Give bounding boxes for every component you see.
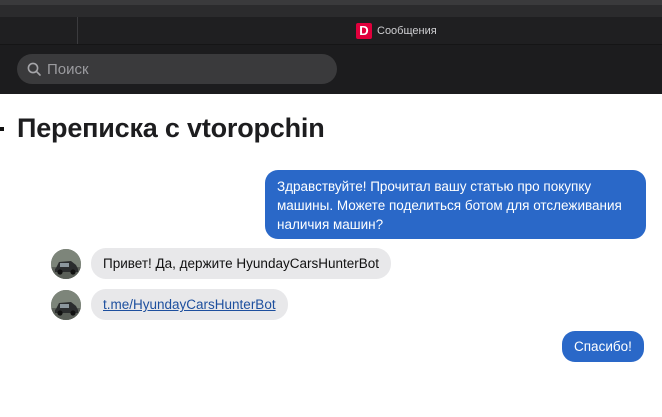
avatar[interactable] bbox=[51, 249, 81, 279]
app-tab[interactable]: D Сообщения bbox=[356, 23, 437, 39]
page-title: Переписка с vtoropchin bbox=[17, 113, 325, 143]
app-logo-icon: D bbox=[356, 23, 372, 39]
window-titlebar bbox=[0, 0, 662, 18]
search-toolbar bbox=[0, 45, 662, 94]
message-outgoing: Здравствуйте! Прочитал вашу статью про п… bbox=[265, 170, 646, 239]
search-input[interactable] bbox=[45, 59, 319, 79]
message-incoming: Привет! Да, держите HyundayCarsHunterBot bbox=[91, 248, 391, 279]
message-incoming-link: t.me/HyundayCarsHunterBot bbox=[91, 289, 288, 320]
titlebar-strip bbox=[0, 0, 662, 5]
avatar[interactable] bbox=[51, 290, 81, 320]
search-box[interactable] bbox=[17, 54, 337, 84]
tab-divider bbox=[77, 17, 78, 44]
car-avatar-icon bbox=[51, 249, 81, 279]
edge-marker bbox=[0, 127, 4, 131]
search-icon bbox=[27, 62, 41, 76]
bot-link[interactable]: t.me/HyundayCarsHunterBot bbox=[103, 297, 276, 312]
conversation-view: Переписка с vtoropchin Здравствуйте! Про… bbox=[0, 94, 662, 417]
message-outgoing: Спасибо! bbox=[562, 331, 644, 362]
car-avatar-icon bbox=[51, 290, 81, 320]
tab-bar: D Сообщения bbox=[0, 17, 662, 45]
app-title: Сообщения bbox=[377, 25, 437, 37]
